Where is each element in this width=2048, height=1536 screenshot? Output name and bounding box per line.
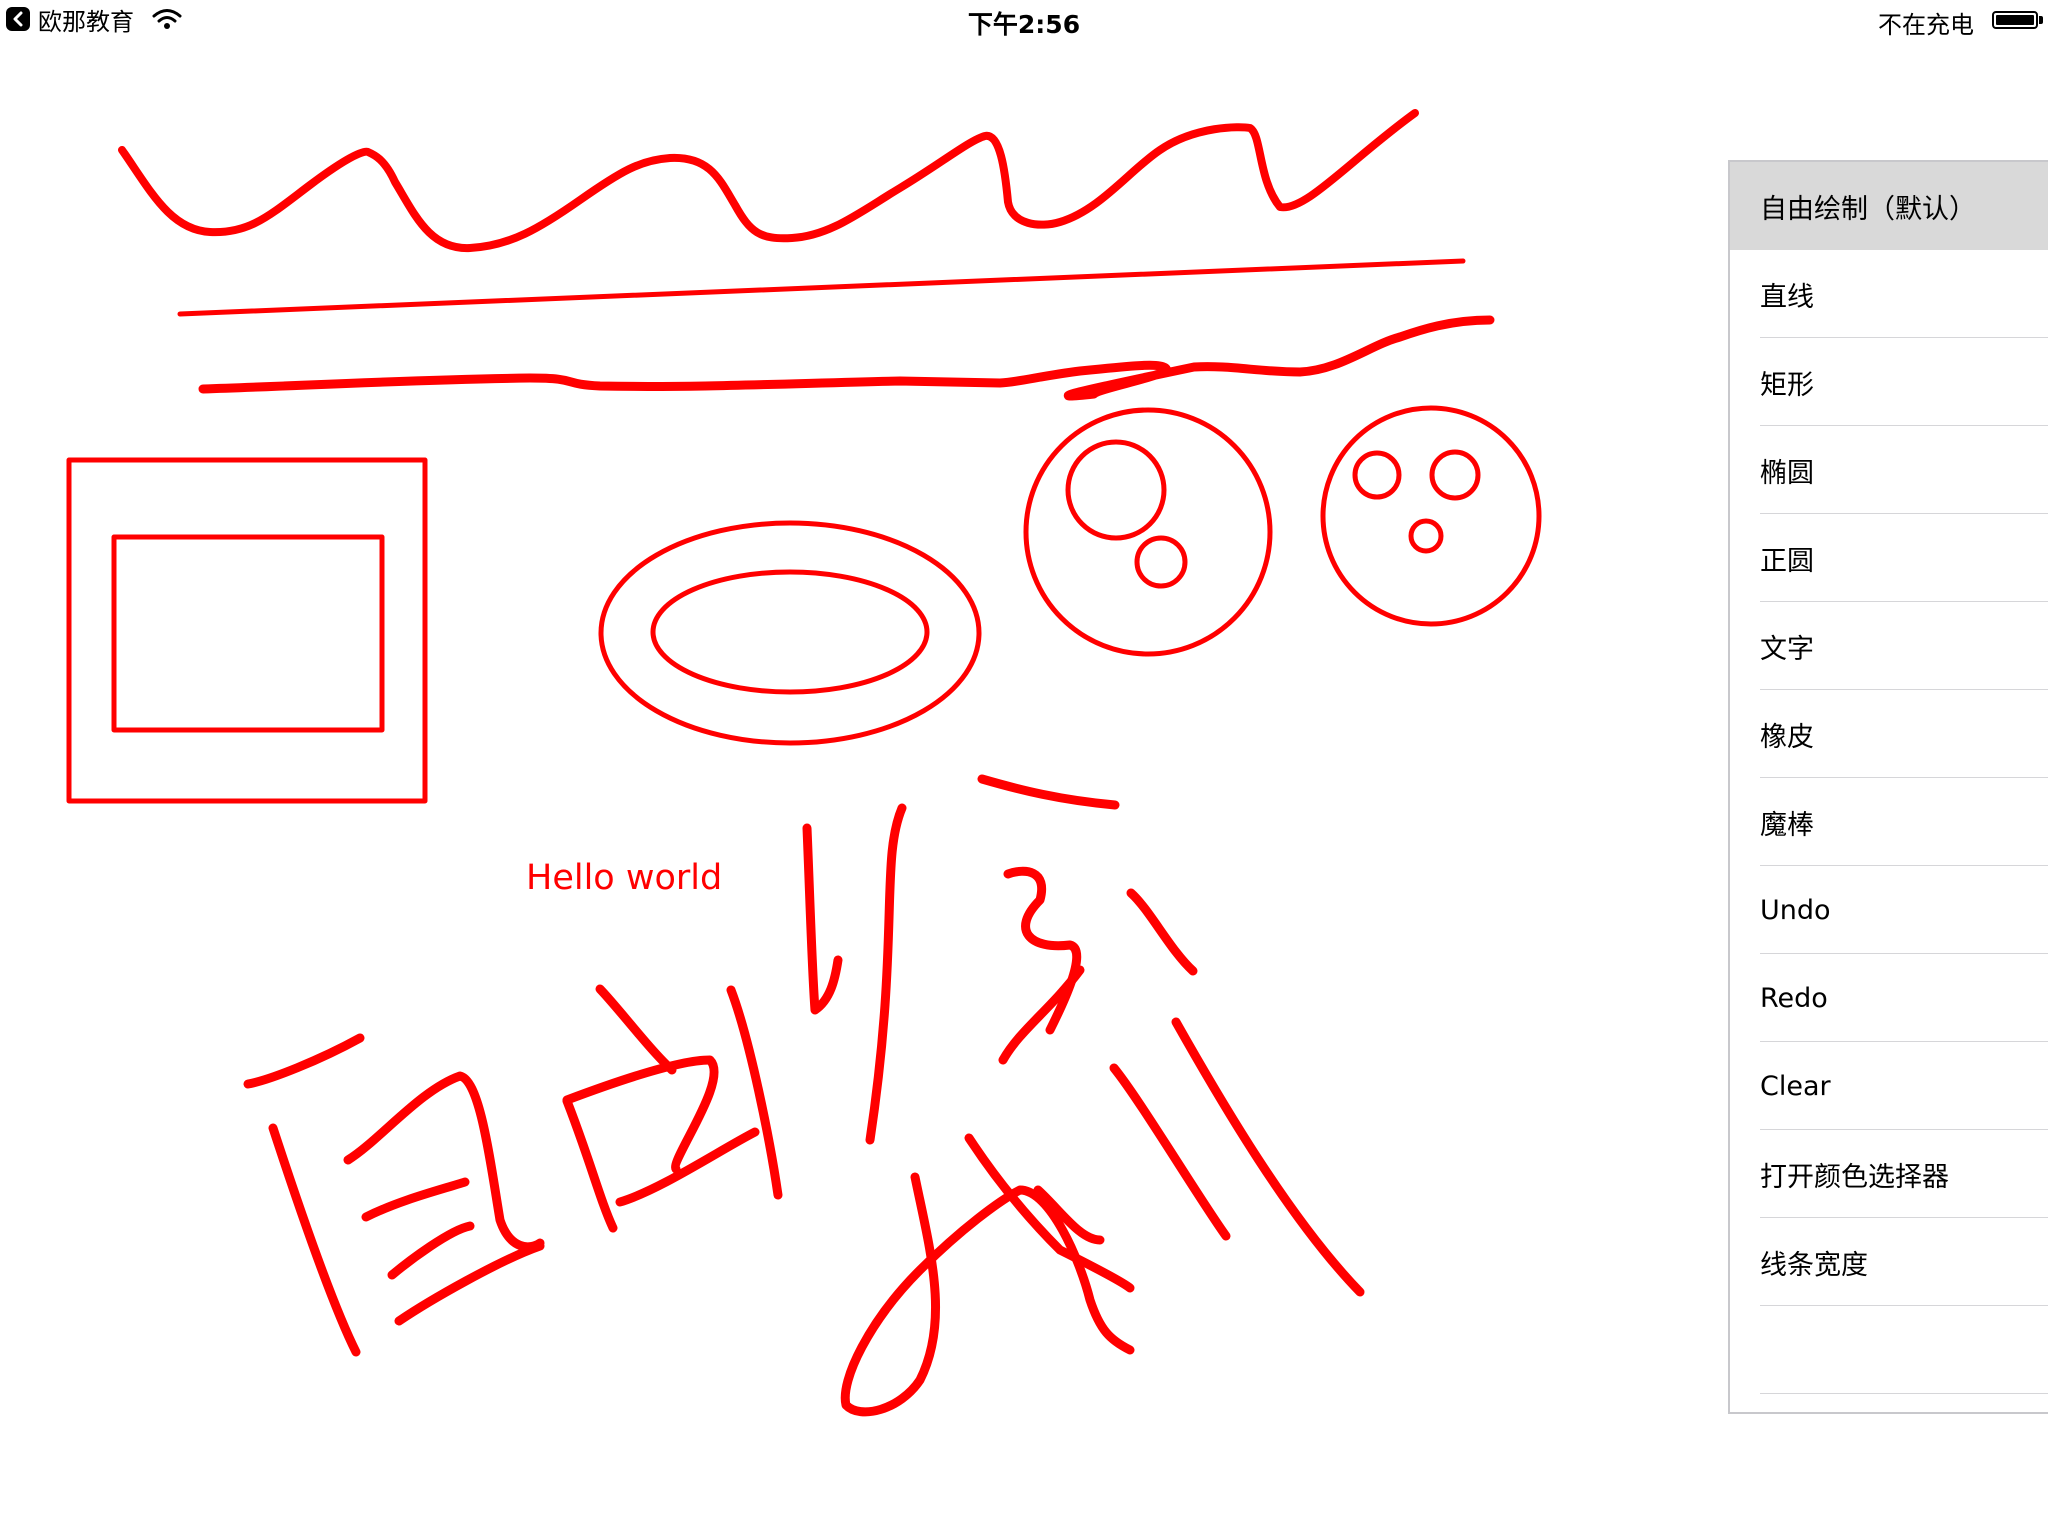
large-circle-1 bbox=[1023, 407, 1273, 657]
outer-rectangle bbox=[66, 457, 428, 804]
menu-item-freehand[interactable]: 自由绘制（默认） bbox=[1730, 162, 2048, 250]
freehand-line-stroke bbox=[198, 315, 1495, 401]
freehand-wave-stroke bbox=[118, 109, 1419, 253]
inner-ellipse bbox=[650, 569, 930, 695]
menu-item-circle[interactable]: 正圆 bbox=[1730, 514, 2048, 602]
menu-item-magic-wand[interactable]: 魔棒 bbox=[1730, 778, 2048, 866]
status-time: 下午2:56 bbox=[967, 10, 1081, 39]
menu-item-color-picker[interactable]: 打开颜色选择器 bbox=[1730, 1130, 2048, 1218]
menu-item-empty bbox=[1730, 1306, 2048, 1394]
handwriting-strokes bbox=[243, 774, 1365, 1417]
inner-rectangle bbox=[111, 534, 385, 733]
menu-item-redo[interactable]: Redo bbox=[1730, 954, 2048, 1042]
small-circle-1b bbox=[1134, 535, 1188, 589]
menu-item-line[interactable]: 直线 bbox=[1730, 250, 2048, 338]
small-circle-2c bbox=[1408, 518, 1444, 554]
menu-item-text[interactable]: 文字 bbox=[1730, 602, 2048, 690]
menu-item-rectangle[interactable]: 矩形 bbox=[1730, 338, 2048, 426]
battery-cap bbox=[2039, 16, 2043, 24]
menu-item-line-width[interactable]: 线条宽度 bbox=[1730, 1218, 2048, 1306]
menu-item-ellipse[interactable]: 椭圆 bbox=[1730, 426, 2048, 514]
straight-line bbox=[177, 258, 1466, 317]
large-circle-2 bbox=[1320, 405, 1542, 627]
menu-item-undo[interactable]: Undo bbox=[1730, 866, 2048, 954]
small-circle-2a bbox=[1352, 450, 1402, 500]
battery-status-text: 不在充电 bbox=[1878, 11, 1974, 39]
canvas-text-label: Hello world bbox=[526, 858, 723, 898]
small-circle-2b bbox=[1429, 449, 1481, 501]
battery-icon bbox=[1992, 11, 2038, 29]
status-bar: 欧那教育 下午2:56 不在充电 bbox=[0, 0, 2048, 40]
tool-menu: 自由绘制（默认） 直线 矩形 椭圆 正圆 文字 橡皮 魔棒 Undo Redo … bbox=[1728, 160, 2048, 1414]
menu-item-clear[interactable]: Clear bbox=[1730, 1042, 2048, 1130]
small-circle-1a bbox=[1065, 439, 1167, 541]
outer-ellipse bbox=[598, 520, 982, 746]
menu-item-eraser[interactable]: 橡皮 bbox=[1730, 690, 2048, 778]
